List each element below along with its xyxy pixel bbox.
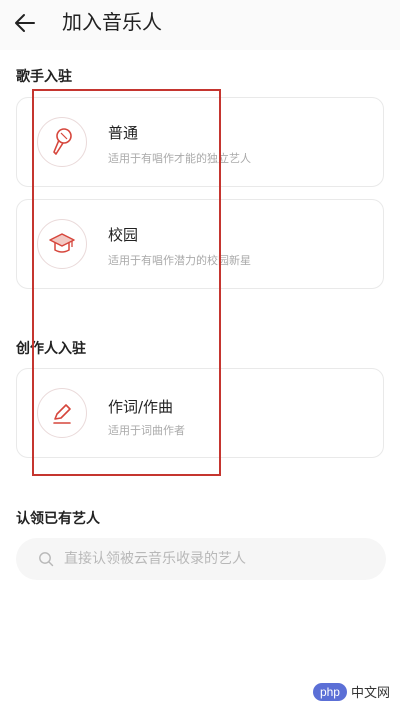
search-icon <box>39 552 54 567</box>
card-campus[interactable]: 校园 适用于有唱作潜力的校园新星 <box>16 199 384 289</box>
card-desc-lyricist: 适用于词曲作者 <box>108 424 185 437</box>
search-input[interactable] <box>64 538 364 580</box>
microphone-icon <box>37 117 87 167</box>
watermark-text: 中文网 <box>350 686 390 701</box>
card-desc-normal: 适用于有唱作才能的独立艺人 <box>108 152 251 165</box>
graduation-cap-icon <box>37 219 87 269</box>
section-title-singer: 歌手入驻 <box>16 69 72 85</box>
search-bar[interactable] <box>16 538 386 580</box>
pen-icon <box>37 388 87 438</box>
back-button[interactable] <box>10 8 40 38</box>
watermark-badge: php <box>312 682 347 701</box>
top-bar: 加入音乐人 <box>0 0 400 50</box>
arrow-left-icon <box>15 14 35 32</box>
card-title-lyricist: 作词/作曲 <box>108 398 174 416</box>
card-lyricist-composer[interactable]: 作词/作曲 适用于词曲作者 <box>16 368 384 458</box>
watermark: php 中文网 <box>312 682 390 701</box>
card-normal[interactable]: 普通 适用于有唱作才能的独立艺人 <box>16 97 384 187</box>
card-desc-campus: 适用于有唱作潜力的校园新星 <box>108 254 251 267</box>
card-title-normal: 普通 <box>108 124 139 142</box>
section-title-claim: 认领已有艺人 <box>16 511 100 527</box>
card-title-campus: 校园 <box>108 226 139 244</box>
page-title: 加入音乐人 <box>62 10 162 34</box>
section-title-creator: 创作人入驻 <box>16 341 86 357</box>
